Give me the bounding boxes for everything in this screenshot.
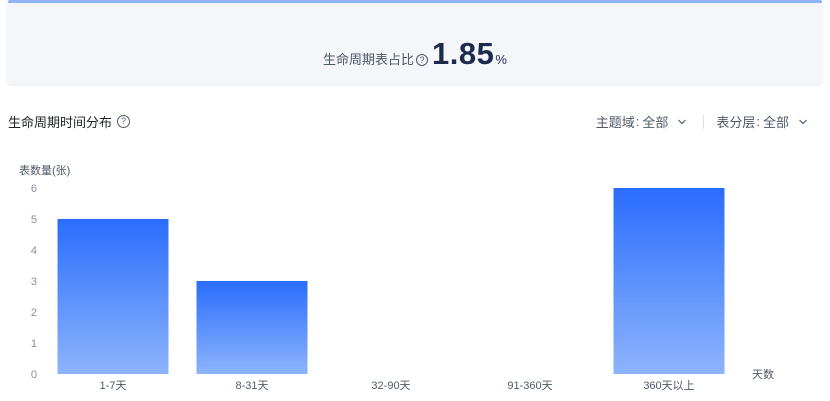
y-tick-label: 4 bbox=[31, 245, 37, 257]
lifecycle-bar-chart: 表数量(张) 天数 0 1 2 3 4 5 6 1-7天 8-31天 32-90天 91-360天… bbox=[0, 150, 830, 401]
x-axis-ticks: 1-7天 8-31天 32-90天 91-360天 360天以上 bbox=[100, 379, 695, 392]
subject-domain-filter[interactable]: 主题域 : 全部 bbox=[596, 112, 688, 131]
y-axis-title: 表数量(张) bbox=[19, 163, 70, 177]
y-tick-label: 2 bbox=[31, 307, 37, 319]
y-tick-label: 6 bbox=[31, 183, 37, 195]
chevron-down-icon bbox=[678, 119, 687, 124]
filter-label: 表分层 bbox=[716, 115, 756, 130]
y-axis-ticks: 0 1 2 3 4 5 6 bbox=[31, 183, 37, 381]
x-tick-label: 8-31天 bbox=[235, 380, 268, 392]
kpi-value: 1.85 bbox=[432, 36, 495, 71]
filter-value: 全部 bbox=[642, 115, 669, 130]
x-tick-label: 1-7天 bbox=[100, 380, 127, 392]
bars bbox=[57, 188, 725, 374]
question-circle-icon[interactable]: ? bbox=[117, 115, 131, 128]
bar[interactable] bbox=[57, 219, 169, 374]
x-tick-label: 360天以上 bbox=[643, 379, 694, 392]
y-tick-label: 1 bbox=[31, 338, 37, 350]
table-layer-filter[interactable]: 表分层 : 全部 bbox=[716, 112, 808, 131]
y-tick-label: 3 bbox=[31, 276, 37, 288]
chart-svg: 表数量(张) 天数 0 1 2 3 4 5 6 1-7天 8-31天 32-90天 91-360天… bbox=[19, 163, 774, 392]
y-tick-label: 5 bbox=[31, 214, 37, 226]
filter-divider bbox=[703, 114, 705, 129]
chevron-down-icon bbox=[799, 119, 807, 124]
kpi-label: 生命周期表占比 bbox=[323, 52, 415, 67]
kpi-unit: % bbox=[495, 52, 507, 67]
filter-bar: 主题域 : 全部 表分层 : 全部 bbox=[596, 112, 808, 131]
x-tick-label: 91-360天 bbox=[507, 380, 552, 392]
bar[interactable] bbox=[196, 281, 308, 374]
kpi-row: 生命周期表占比 ? 1.85 % bbox=[8, 36, 822, 72]
kpi-card: 生命周期表占比 ? 1.85 % bbox=[8, 0, 822, 84]
filter-label: 主题域 bbox=[595, 115, 635, 130]
section-title: 生命周期时间分布 ? bbox=[8, 112, 131, 131]
y-tick-label: 0 bbox=[31, 369, 37, 381]
section-title-text: 生命周期时间分布 bbox=[8, 115, 113, 130]
filter-separator: : bbox=[635, 114, 640, 129]
page: 生命周期表占比 ? 1.85 % 生命周期时间分布 ? 主题域 : 全部 表分层… bbox=[0, 0, 830, 401]
bar[interactable] bbox=[613, 188, 725, 374]
filter-separator: : bbox=[756, 114, 760, 129]
x-tick-label: 32-90天 bbox=[371, 380, 410, 392]
filter-value: 全部 bbox=[762, 115, 789, 130]
question-circle-icon[interactable]: ? bbox=[416, 54, 429, 66]
x-axis-title: 天数 bbox=[752, 368, 774, 381]
